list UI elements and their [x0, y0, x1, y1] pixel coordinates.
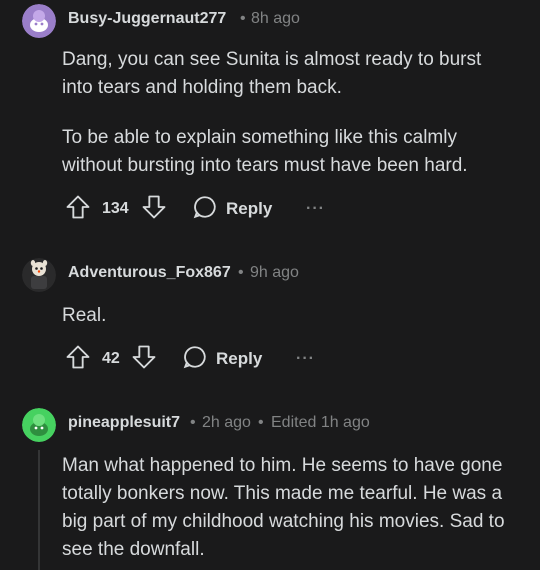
separator-dot: •	[238, 264, 244, 281]
reply-button[interactable]: Reply	[192, 194, 272, 224]
reply-button[interactable]: Reply	[182, 344, 262, 374]
speech-bubble-icon	[182, 344, 208, 375]
timestamp[interactable]: 9h ago	[250, 264, 299, 282]
downvote-arrow-icon	[130, 343, 158, 376]
more-dots-icon: ···	[296, 350, 315, 367]
comment-body: Dang, you can see Sunita is almost ready…	[62, 46, 512, 180]
more-options-button[interactable]: ···	[306, 194, 325, 224]
comment-header: Busy-Juggernaut277 • 8h ago	[0, 0, 540, 40]
comment-paragraph: To be able to explain something like thi…	[62, 127, 468, 176]
username[interactable]: Busy-Juggernaut277	[68, 10, 226, 28]
speech-bubble-icon	[192, 194, 218, 225]
timestamp[interactable]: 2h ago	[202, 414, 251, 432]
upvote-arrow-icon	[64, 343, 92, 376]
vote-count: 134	[102, 200, 129, 217]
downvote-button[interactable]	[140, 194, 168, 224]
comment-header: pineapplesuit7 • 2h ago • Edited 1h ago	[0, 404, 540, 444]
downvote-button[interactable]	[130, 344, 158, 374]
reply-label: Reply	[216, 349, 263, 368]
avatar[interactable]	[22, 258, 56, 292]
separator-dot: •	[258, 414, 264, 431]
more-dots-icon: ···	[306, 200, 325, 217]
vote-count: 42	[102, 350, 120, 367]
comment-paragraph: Dang, you can see Sunita is almost ready…	[62, 49, 482, 98]
avatar[interactable]	[22, 4, 56, 38]
username[interactable]: pineapplesuit7	[68, 414, 180, 432]
separator-dot: •	[190, 414, 196, 431]
comment-paragraph: Man what happened to him. He seems to ha…	[62, 455, 505, 560]
comment-actions: 42 Reply ···	[62, 344, 532, 374]
downvote-arrow-icon	[140, 193, 168, 226]
upvote-button[interactable]	[64, 194, 92, 224]
upvote-arrow-icon	[64, 193, 92, 226]
username[interactable]: Adventurous_Fox867	[68, 264, 231, 282]
timestamp[interactable]: 8h ago	[251, 10, 300, 28]
comment-body: Man what happened to him. He seems to ha…	[62, 452, 512, 564]
thread-line[interactable]	[38, 450, 40, 570]
comment-body: Real.	[62, 302, 512, 330]
comment-actions: 134 Reply ···	[62, 194, 532, 224]
separator-dot: •	[240, 10, 246, 27]
comment-paragraph: Real.	[62, 305, 107, 326]
upvote-button[interactable]	[64, 344, 92, 374]
comment-header: Adventurous_Fox867 • 9h ago	[0, 254, 540, 294]
avatar[interactable]	[22, 408, 56, 442]
edited-label: Edited 1h ago	[271, 414, 370, 431]
reply-label: Reply	[226, 199, 273, 218]
more-options-button[interactable]: ···	[296, 344, 315, 374]
